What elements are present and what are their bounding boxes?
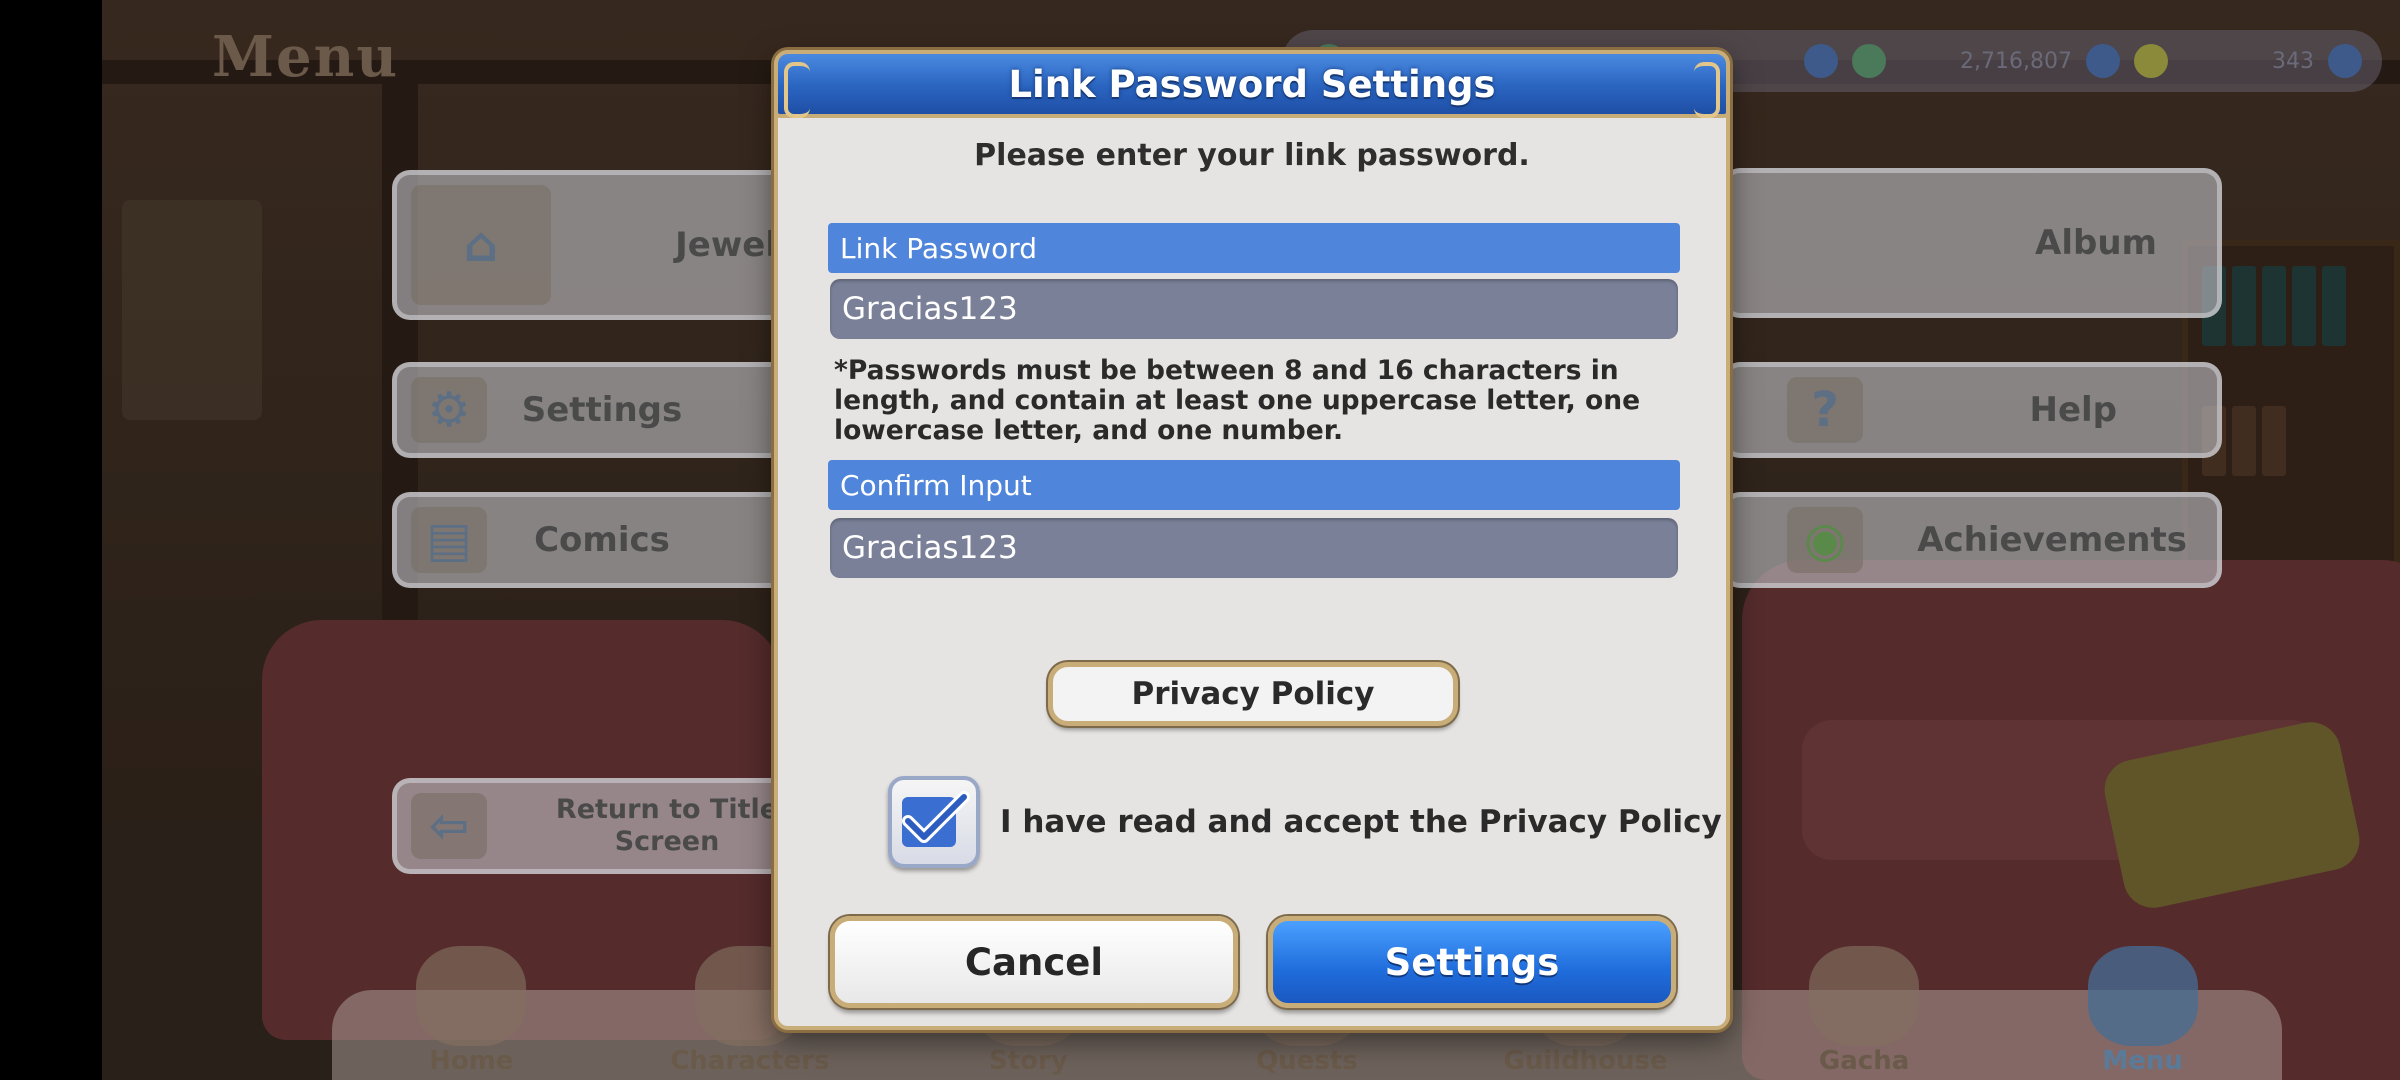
nav-label: Gacha (1818, 1046, 1910, 1076)
privacy-policy-button[interactable]: Privacy Policy (1048, 662, 1458, 726)
menu-button-achievements[interactable]: ◉ Achievements (1722, 492, 2222, 588)
dialog-header: Link Password Settings (774, 50, 1730, 118)
menu-button-label: Jewel (675, 225, 777, 265)
add-gems-icon[interactable] (2328, 44, 2362, 78)
home-icon (416, 946, 527, 1046)
menu-button-comics[interactable]: ▤ Comics (392, 492, 812, 588)
nav-home[interactable]: Home (371, 946, 571, 1076)
add-stamina-icon[interactable] (1804, 44, 1839, 78)
gamepad-icon: ◉ (1787, 507, 1863, 573)
confirm-input-label: Confirm Input (828, 460, 1680, 510)
accept-privacy-label: I have read and accept the Privacy Polic… (1000, 804, 1722, 840)
menu-button-settings[interactable]: ⚙ Settings (392, 362, 812, 458)
nav-label: Characters (670, 1046, 830, 1076)
nav-gacha[interactable]: Gacha (1764, 946, 1964, 1076)
nav-quests[interactable]: Quests (1207, 946, 1407, 1076)
menu-button-jewel[interactable]: ⌂ Jewel (392, 170, 812, 320)
menu-icon (2087, 946, 2198, 1046)
screen: Menu 2,716,807 343 ⌂ Jewel ⚙ Settings ▤ … (0, 0, 2400, 1080)
accept-privacy-row: I have read and accept the Privacy Polic… (888, 772, 1722, 872)
menu-button-label: Help (2029, 390, 2117, 430)
link-password-dialog: Link Password Settings Please enter your… (774, 50, 1730, 1030)
nav-guildhouse[interactable]: Guildhouse (1486, 946, 1686, 1076)
shop-icon: ⌂ (411, 185, 551, 305)
menu-button-label: Settings (521, 390, 683, 430)
link-password-input[interactable] (830, 279, 1678, 339)
nav-characters[interactable]: Characters (650, 946, 850, 1076)
nav-label: Story (989, 1046, 1068, 1076)
menu-button-label: Achievements (1917, 520, 2187, 560)
nav-label: Guildhouse (1503, 1046, 1668, 1076)
door-icon: ⇦ (411, 793, 487, 859)
nav-menu[interactable]: Menu (2043, 946, 2243, 1076)
menu-title: Menu (212, 24, 400, 90)
menu-button-label: Album (2035, 223, 2157, 263)
dialog-title: Link Password Settings (1008, 62, 1496, 106)
gems-value: 343 (2272, 48, 2314, 74)
password-requirements-note: *Passwords must be between 8 and 16 char… (834, 355, 1641, 446)
nav-label: Menu (2102, 1046, 2183, 1076)
menu-button-label: Return to Title Screen (555, 794, 779, 857)
gacha-icon (1809, 946, 1920, 1046)
dialog-subtitle: Please enter your link password. (974, 138, 1530, 173)
question-icon: ? (1787, 377, 1863, 443)
add-coins-icon[interactable] (2086, 44, 2120, 78)
menu-button-label: Comics (534, 520, 670, 560)
menu-button-help[interactable]: ? Help (1722, 362, 2222, 458)
gear-icon: ⚙ (411, 377, 487, 443)
confirm-password-input[interactable] (830, 518, 1678, 578)
accept-privacy-checkbox[interactable] (888, 776, 980, 868)
cancel-button[interactable]: Cancel (830, 916, 1238, 1008)
menu-button-return-title[interactable]: ⇦ Return to Title Screen (392, 778, 812, 874)
nav-label: Home (429, 1046, 514, 1076)
link-password-label: Link Password (828, 223, 1680, 273)
menu-button-album[interactable]: Album (1722, 168, 2222, 318)
settings-button[interactable]: Settings (1268, 916, 1676, 1008)
nav-story[interactable]: Story (928, 946, 1128, 1076)
gem-icon (2134, 44, 2168, 78)
coins-value: 2,716,807 (1960, 48, 2072, 74)
book-icon: ▤ (411, 507, 487, 573)
stamina-icon (1852, 44, 1887, 78)
nav-label: Quests (1256, 1046, 1358, 1076)
checkmark-icon (902, 791, 970, 847)
